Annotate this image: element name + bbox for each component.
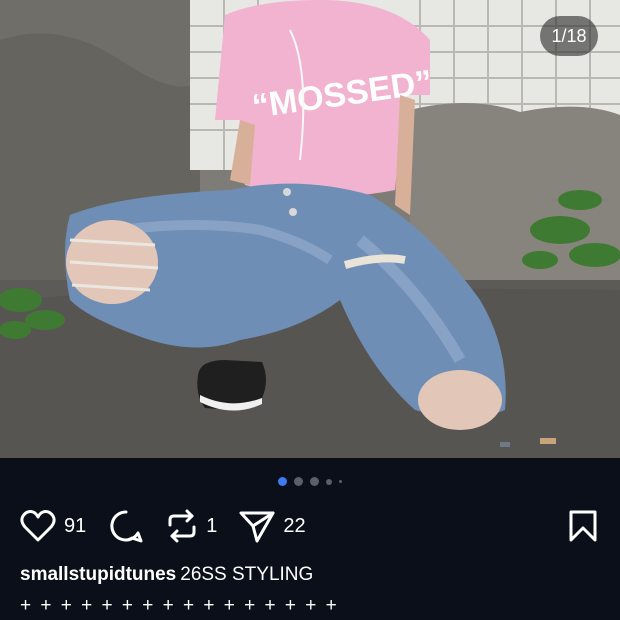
repost-arrows-icon	[168, 509, 196, 543]
carousel-dot	[326, 478, 332, 485]
post-info-panel: 91 1 22 smallstupidtunes 26SS STYLING + …	[0, 458, 620, 620]
comment-bubble-icon	[110, 510, 143, 543]
comment-button[interactable]	[108, 508, 144, 544]
like-button[interactable]: 91	[20, 509, 86, 543]
action-bar: 91 1 22	[20, 506, 600, 546]
photo-illustration: “MOSSED”	[0, 0, 620, 458]
share-button[interactable]: 22	[239, 509, 306, 543]
carousel-dot	[294, 477, 303, 486]
carousel-dot-active	[278, 477, 287, 486]
caption-second-line: + + + + + + + + + + + + + + + +	[20, 595, 339, 616]
image-page-counter: 1/18	[540, 16, 598, 56]
post-view: “MOSSED” 1/18 91 1 22 smallstupidtunes 2…	[0, 0, 620, 620]
caption-username[interactable]: smallstupidtunes	[20, 564, 176, 585]
like-count: 91	[64, 514, 87, 537]
heart-icon	[20, 510, 56, 542]
post-photo[interactable]: “MOSSED” 1/18	[0, 0, 620, 458]
send-paper-plane-icon	[239, 511, 275, 543]
carousel-dot	[310, 477, 319, 486]
carousel-dot	[339, 480, 342, 483]
repost-button[interactable]: 1	[166, 509, 217, 543]
bookmark-icon	[569, 510, 597, 542]
share-count: 22	[283, 514, 306, 537]
carousel-indicator	[0, 477, 620, 486]
repost-count: 1	[206, 514, 218, 537]
caption-text: 26SS STYLING	[180, 564, 314, 585]
post-caption: smallstupidtunes 26SS STYLING	[20, 564, 600, 586]
save-button[interactable]	[568, 509, 598, 543]
